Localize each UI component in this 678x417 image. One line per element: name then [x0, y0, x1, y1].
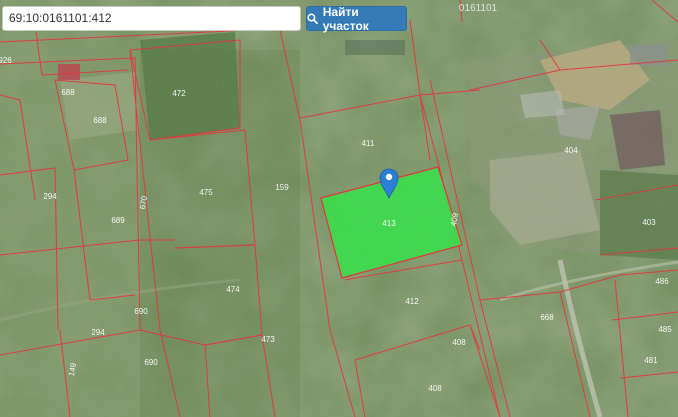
- parcel-label: 668: [540, 313, 554, 322]
- cadastral-map[interactable]: 0161101 926 688 688 472 411 404 294 689 …: [0, 0, 678, 417]
- parcel-label: 486: [655, 277, 669, 286]
- find-parcel-label: Найти участок: [322, 4, 369, 33]
- parcel-label: 403: [642, 218, 656, 227]
- parcel-label: 294: [43, 192, 57, 201]
- sector-label: 0161101: [459, 3, 498, 14]
- parcel-label: 688: [93, 116, 107, 125]
- parcel-label: 404: [564, 146, 578, 155]
- parcel-label: 408: [452, 338, 466, 347]
- parcel-label: 475: [199, 188, 213, 197]
- cadastral-number-input[interactable]: 69:10:0161101:412: [2, 6, 301, 31]
- parcel-label: 473: [261, 335, 275, 344]
- find-parcel-button[interactable]: Найти участок: [306, 4, 407, 33]
- parcel-label: 474: [226, 285, 240, 294]
- parcel-label: 472: [172, 89, 186, 98]
- search-icon: [307, 13, 318, 24]
- parcel-label: 413: [382, 219, 396, 228]
- parcel-label: 408: [428, 384, 442, 393]
- parcel-label: 485: [658, 325, 672, 334]
- parcel-label: 481: [644, 356, 658, 365]
- parcel-label: 294: [91, 328, 105, 337]
- parcel-label: 412: [405, 297, 419, 306]
- parcel-label: 411: [362, 139, 375, 148]
- parcel-label: 926: [0, 56, 12, 65]
- parcel-label: 689: [111, 216, 125, 225]
- parcel-label: 690: [134, 307, 148, 316]
- parcel-label: 690: [144, 358, 158, 367]
- parcel-label: 159: [275, 183, 289, 192]
- parcel-label: 688: [61, 88, 75, 97]
